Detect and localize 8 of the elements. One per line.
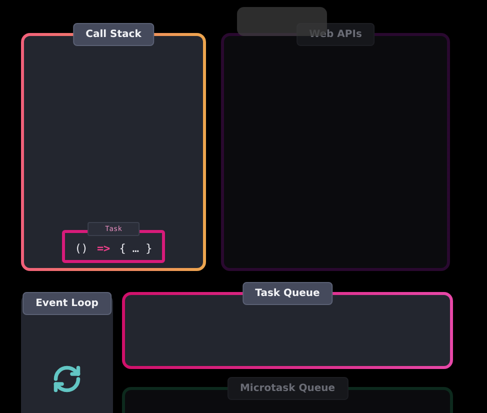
code-text: ()	[74, 242, 88, 254]
panel-title: Task Queue	[242, 282, 333, 305]
panel-title: Event Loop	[22, 292, 112, 315]
refresh-icon	[52, 364, 82, 394]
code-text: { … }	[119, 242, 152, 254]
panel-title: Call Stack	[72, 23, 154, 46]
arrow-code-text: =>	[96, 242, 110, 254]
panel-title: Microtask Queue	[226, 377, 348, 400]
